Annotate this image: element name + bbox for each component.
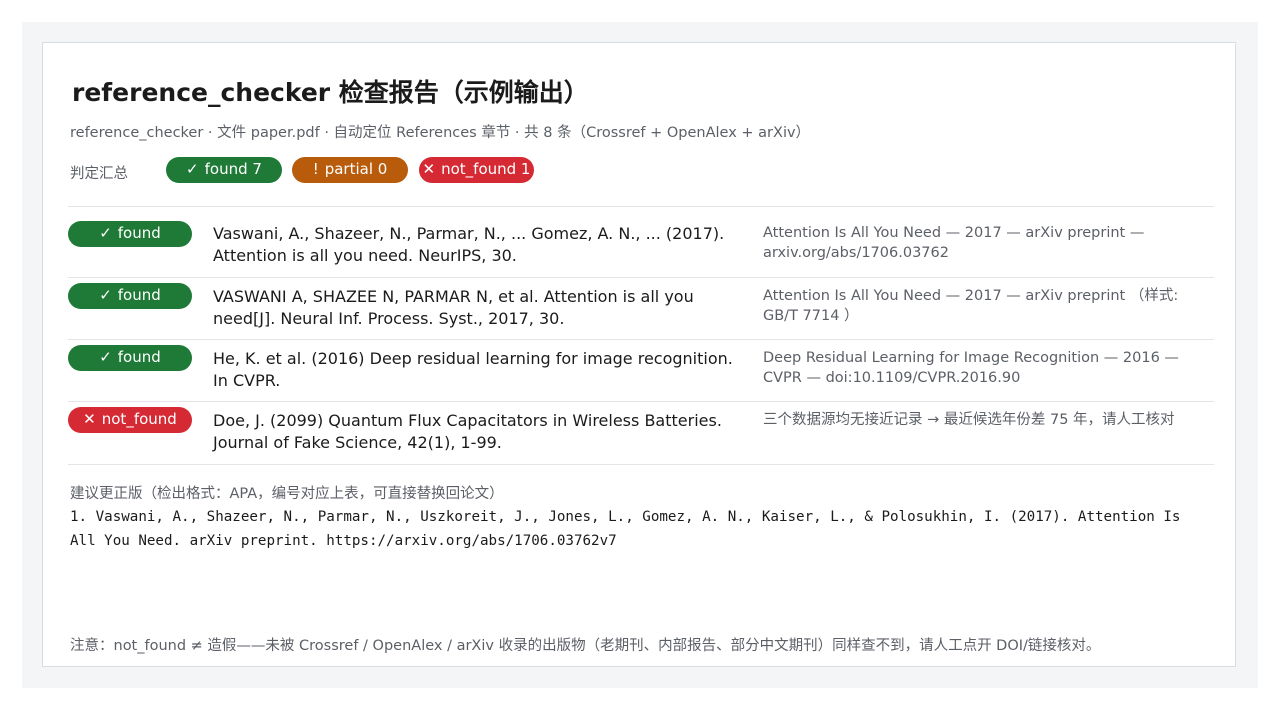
- summary-found-badge: ✓ found 7: [166, 157, 282, 183]
- summary-partial-text: partial 0: [324, 160, 388, 178]
- table-row: ✓ found He, K. et al. (2016) Deep residua…: [68, 340, 1214, 402]
- page-title: reference_checker 检查报告（示例输出）: [72, 78, 589, 107]
- footer-note: 注意：not_found ≠ 造假——未被 Crossref / OpenAle…: [70, 638, 1101, 654]
- check-icon: ✓: [186, 160, 199, 178]
- status-badge: ✓ found: [68, 345, 192, 371]
- reference-text: Doe, J. (2099) Quantum Flux Capacitators…: [213, 411, 722, 452]
- reference-text: Vaswani, A., Shazeer, N., Parmar, N., ..…: [213, 224, 725, 265]
- status-text: found: [117, 224, 161, 242]
- summary-partial-badge: ! partial 0: [292, 157, 408, 183]
- status-badge: ✓ found: [68, 283, 192, 309]
- status-text: found: [117, 348, 161, 366]
- match-result: Attention Is All You Need — 2017 — arXiv…: [763, 225, 1145, 261]
- status-badge: ✓ found: [68, 221, 192, 247]
- divider: [68, 464, 1214, 465]
- cross-icon: ✕: [83, 410, 96, 428]
- check-icon: ✓: [99, 348, 112, 366]
- reference-text: VASWANI A, SHAZEE N, PARMAR N, et al. At…: [213, 287, 694, 328]
- cross-icon: ✕: [422, 160, 436, 178]
- summary-found-text: found 7: [204, 160, 262, 178]
- report-card: reference_checker 检查报告（示例输出） reference_c…: [42, 42, 1236, 667]
- table-row: ✕ not_found Doe, J. (2099) Quantum Flux C…: [68, 402, 1214, 464]
- report-subtitle: reference_checker · 文件 paper.pdf · 自动定位 …: [70, 125, 811, 141]
- table-row: ✓ found VASWANI A, SHAZEE N, PARMAR N, et…: [68, 278, 1214, 340]
- summary-not-found-badge: ✕ not_found 1: [419, 157, 534, 183]
- reference-text: He, K. et al. (2016) Deep residual learn…: [213, 349, 733, 390]
- exclamation-icon: !: [312, 160, 319, 178]
- status-badge: ✕ not_found: [68, 407, 192, 433]
- match-result: Deep Residual Learning for Image Recogni…: [763, 350, 1179, 386]
- match-result: Attention Is All You Need — 2017 — arXiv…: [763, 288, 1179, 324]
- status-text: not_found: [101, 410, 177, 428]
- suggested-reference: 1. Vaswani, A., Shazeer, N., Parmar, N.,…: [70, 509, 1181, 549]
- check-icon: ✓: [99, 224, 112, 242]
- summary-not-found-text: not_found 1: [441, 160, 531, 178]
- status-text: found: [117, 286, 161, 304]
- summary-label: 判定汇总: [70, 166, 128, 182]
- check-icon: ✓: [99, 286, 112, 304]
- suggestion-label: 建议更正版（检出格式：APA，编号对应上表，可直接替换回论文）: [70, 486, 504, 502]
- match-result: 三个数据源均无接近记录 → 最近候选年份差 75 年，请人工核对: [763, 412, 1175, 428]
- table-row: ✓ found Vaswani, A., Shazeer, N., Parmar,…: [68, 207, 1214, 269]
